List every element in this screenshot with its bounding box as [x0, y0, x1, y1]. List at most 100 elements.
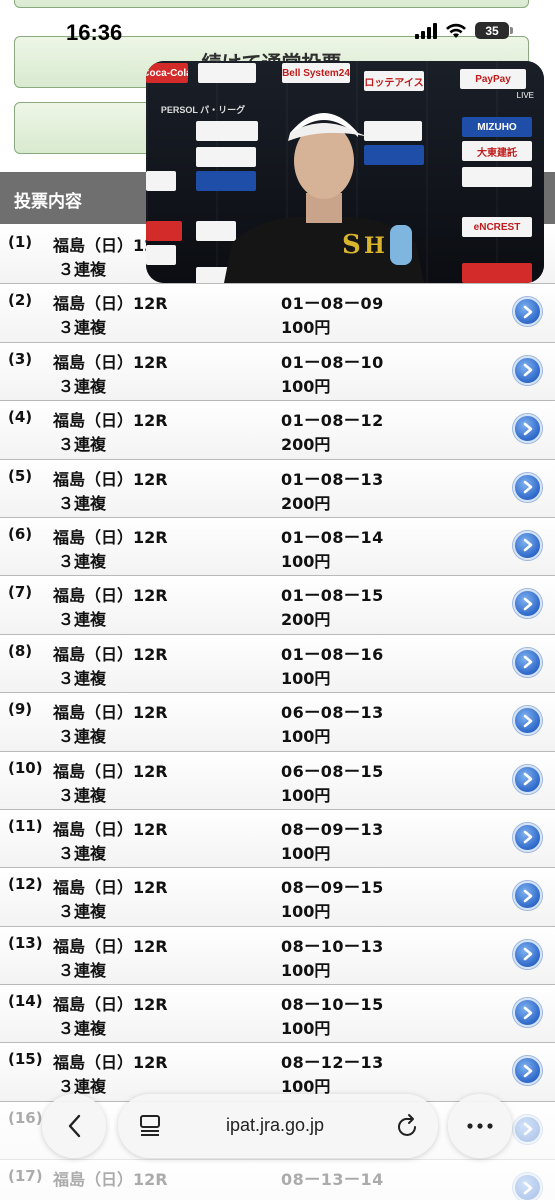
- more-button[interactable]: [448, 1094, 512, 1158]
- chevron-right-icon: [523, 1181, 532, 1195]
- tabs-icon[interactable]: [138, 1113, 162, 1137]
- row-amount: 100円: [281, 318, 331, 338]
- sponsor-board: ロッテアイス: [364, 71, 424, 91]
- chevron-right-icon: [523, 655, 532, 669]
- row-race: 福島（日）12R: [53, 586, 168, 606]
- row-amount: 100円: [281, 1019, 331, 1039]
- row-amount: 100円: [281, 551, 331, 571]
- row-detail-button[interactable]: [513, 472, 542, 502]
- row-detail-button[interactable]: [513, 939, 542, 969]
- row-detail-button[interactable]: [513, 355, 542, 385]
- row-detail-button[interactable]: [513, 1173, 542, 1200]
- row-number: (4): [8, 408, 33, 427]
- table-row: (4) 福島（日）12R ３連複 01ー08ー12 200円: [0, 401, 555, 460]
- status-time: 16:36: [66, 20, 123, 45]
- row-number: (11): [8, 816, 43, 835]
- row-detail-button[interactable]: [513, 297, 542, 327]
- sponsor-board: [458, 99, 538, 119]
- table-row: (12) 福島（日）12R ３連複 08ー09ー15 100円: [0, 868, 555, 927]
- row-race: 福島（日）12R: [53, 644, 168, 664]
- back-button[interactable]: [42, 1094, 106, 1158]
- row-detail-button[interactable]: [513, 706, 542, 736]
- row-detail-button[interactable]: [513, 1056, 542, 1086]
- row-bet-type: ３連複: [58, 318, 107, 338]
- row-race: 福島（日）12R: [53, 936, 168, 956]
- vote-list: (1)福島（日）12R３連複01ー08ー100円(2)福島（日）12R３連複01…: [0, 226, 555, 1200]
- row-number: (14): [8, 992, 43, 1011]
- chevron-right-icon: [523, 889, 532, 903]
- sponsor-board: [462, 263, 532, 283]
- table-row: (7) 福島（日）12R ３連複 01ー08ー15 200円: [0, 576, 555, 635]
- chevron-right-icon: [523, 363, 532, 377]
- chevron-right-icon: [523, 831, 532, 844]
- chevron-right-icon: [523, 1006, 532, 1019]
- row-detail-button[interactable]: [513, 589, 542, 619]
- table-row: (3) 福島（日）12R ３連複 01ー08ー10 100円: [0, 342, 555, 402]
- row-race: 福島（日）12R: [53, 819, 168, 839]
- more-icon: [467, 1123, 493, 1129]
- row-amount: 100円: [281, 668, 331, 688]
- row-number: (5): [8, 466, 33, 485]
- row-number: (8): [8, 641, 33, 660]
- row-bet-type: ３連複: [58, 727, 107, 747]
- chevron-right-icon: [523, 597, 532, 611]
- row-detail-button[interactable]: [513, 647, 542, 677]
- table-row: (13) 福島（日）12R ３連複 08ー10ー13 100円: [0, 926, 555, 986]
- row-detail-button[interactable]: [513, 881, 542, 911]
- pip-video[interactable]: Coca-Cola Bell System24 ロッテアイス PayPay PE…: [146, 61, 544, 283]
- row-bet-type: ３連複: [58, 376, 107, 396]
- row-bet-type: ３連複: [58, 610, 107, 630]
- row-bet-type: ３連複: [58, 785, 107, 805]
- row-race: 福島（日）12R: [53, 527, 168, 547]
- chevron-right-icon: [523, 772, 532, 786]
- row-detail-button[interactable]: [513, 530, 542, 560]
- row-number: (7): [8, 583, 33, 602]
- live-badge: LIVE: [516, 91, 534, 100]
- row-number: (6): [8, 524, 33, 543]
- row-number: (10): [8, 758, 43, 777]
- row-race: 福島（日）12R: [53, 469, 168, 489]
- table-row: (8) 福島（日）12R ３連複 01ー08ー16 100円: [0, 634, 555, 694]
- row-combination: 08ー10ー15: [281, 995, 384, 1015]
- chevron-right-icon: [523, 947, 532, 961]
- sponsor-board: [146, 171, 176, 191]
- sponsor-board: PayPay: [460, 69, 526, 89]
- vote-content-title: 投票内容: [14, 192, 82, 212]
- row-number: (12): [8, 875, 43, 894]
- row-detail-button[interactable]: [513, 822, 542, 852]
- row-race: 福島（日）12R: [53, 1170, 168, 1190]
- chevron-right-icon: [523, 305, 532, 319]
- row-detail-button[interactable]: [513, 998, 542, 1028]
- chevron-left-icon: [68, 1114, 81, 1138]
- browser-toolbar: ipat.jra.go.jp: [0, 1094, 555, 1160]
- row-combination: 06ー08ー15: [281, 761, 384, 781]
- reload-icon[interactable]: [396, 1113, 420, 1139]
- row-bet-type: ３連複: [58, 1019, 107, 1039]
- row-amount: 100円: [281, 902, 331, 922]
- svg-text:S: S: [342, 230, 361, 260]
- row-combination: 01ー08ー12: [281, 411, 384, 431]
- table-row: (17) 福島（日）12R 08ー13ー14: [0, 1160, 555, 1200]
- sponsor-board: 大東建託: [462, 141, 532, 161]
- address-bar[interactable]: ipat.jra.go.jp: [118, 1094, 438, 1158]
- sponsor-board: [146, 245, 176, 265]
- svg-text:H: H: [364, 233, 385, 259]
- table-row: (9) 福島（日）12R ３連複 06ー08ー13 100円: [0, 693, 555, 752]
- row-number: (9): [8, 700, 33, 719]
- row-combination: 06ー08ー13: [281, 703, 384, 723]
- table-row: (2) 福島（日）12R ３連複 01ー08ー09 100円: [0, 284, 555, 343]
- sponsor-board: MIZUHO: [462, 117, 532, 137]
- row-amount: 200円: [281, 493, 331, 513]
- row-amount: 200円: [281, 610, 331, 630]
- row-detail-button[interactable]: [513, 764, 542, 794]
- table-row: (5) 福島（日）12R ３連複 01ー08ー13 200円: [0, 459, 555, 518]
- row-detail-button[interactable]: [513, 414, 542, 444]
- row-bet-type: ３連複: [58, 843, 107, 863]
- chevron-right-icon: [523, 422, 532, 435]
- chevron-right-icon: [523, 539, 532, 552]
- row-combination: 08ー13ー14: [281, 1170, 384, 1190]
- chevron-right-icon: [523, 480, 532, 494]
- row-combination: 08ー09ー13: [281, 819, 384, 839]
- row-combination: 08ー10ー13: [281, 936, 384, 956]
- row-number: (17): [8, 1167, 43, 1186]
